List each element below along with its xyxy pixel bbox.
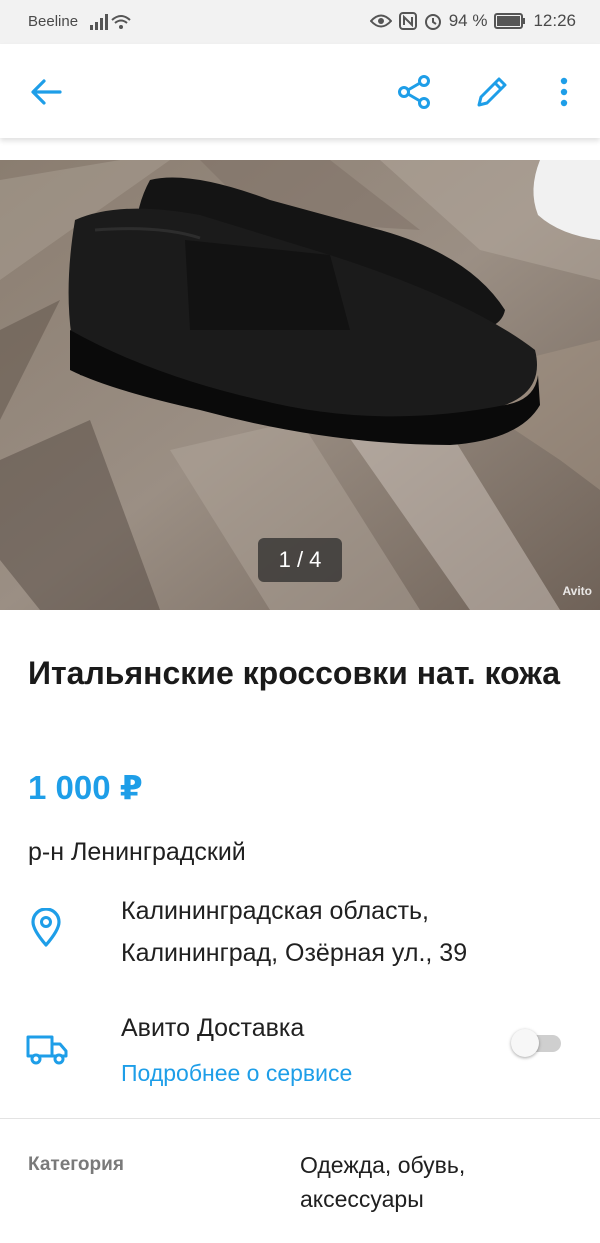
- listing-title: Итальянские кроссовки нат. кожа: [28, 655, 561, 691]
- edit-icon: [477, 77, 507, 107]
- truck-icon: [25, 1032, 69, 1071]
- alarm-icon: [424, 14, 441, 30]
- photo-counter: 1 / 4: [258, 538, 342, 582]
- delivery-toggle[interactable]: [511, 1029, 561, 1057]
- clock: 12:26: [533, 11, 576, 30]
- delivery-details-link[interactable]: Подробнее о сервисе: [121, 1060, 352, 1087]
- category-label: Категория: [28, 1154, 124, 1175]
- battery-icon: [494, 13, 526, 29]
- signal-wifi-icons: [88, 12, 132, 36]
- watermark: Avito: [562, 584, 592, 598]
- nfc-icon: [398, 12, 417, 30]
- share-icon: [398, 75, 430, 109]
- status-bar: Beeline 94 % 12:26: [0, 0, 600, 44]
- more-vert-icon: [560, 77, 568, 107]
- listing-district: р-н Ленинградский: [28, 838, 246, 866]
- more-options-button[interactable]: [542, 70, 586, 114]
- share-button[interactable]: [392, 70, 436, 114]
- photo-gallery[interactable]: 1 / 4 Avito: [0, 160, 600, 610]
- edit-button[interactable]: [470, 70, 514, 114]
- delivery-title: Авито Доставка: [121, 1014, 305, 1042]
- location-pin-icon: [30, 907, 62, 953]
- divider: [0, 1118, 600, 1119]
- carrier-name: Beeline: [28, 13, 79, 30]
- category-value: Одежда, обувь, аксессуары: [300, 1152, 466, 1212]
- toggle-thumb: [511, 1029, 539, 1057]
- listing-address[interactable]: Калининградская область, Калининград, Оз…: [121, 890, 571, 974]
- listing-price: 1 000 ₽: [28, 769, 143, 806]
- eye-icon: [369, 14, 392, 28]
- app-bar: [0, 44, 600, 138]
- battery-percent: 94 %: [448, 11, 488, 30]
- back-button[interactable]: [24, 70, 68, 114]
- back-arrow-icon: [31, 79, 62, 105]
